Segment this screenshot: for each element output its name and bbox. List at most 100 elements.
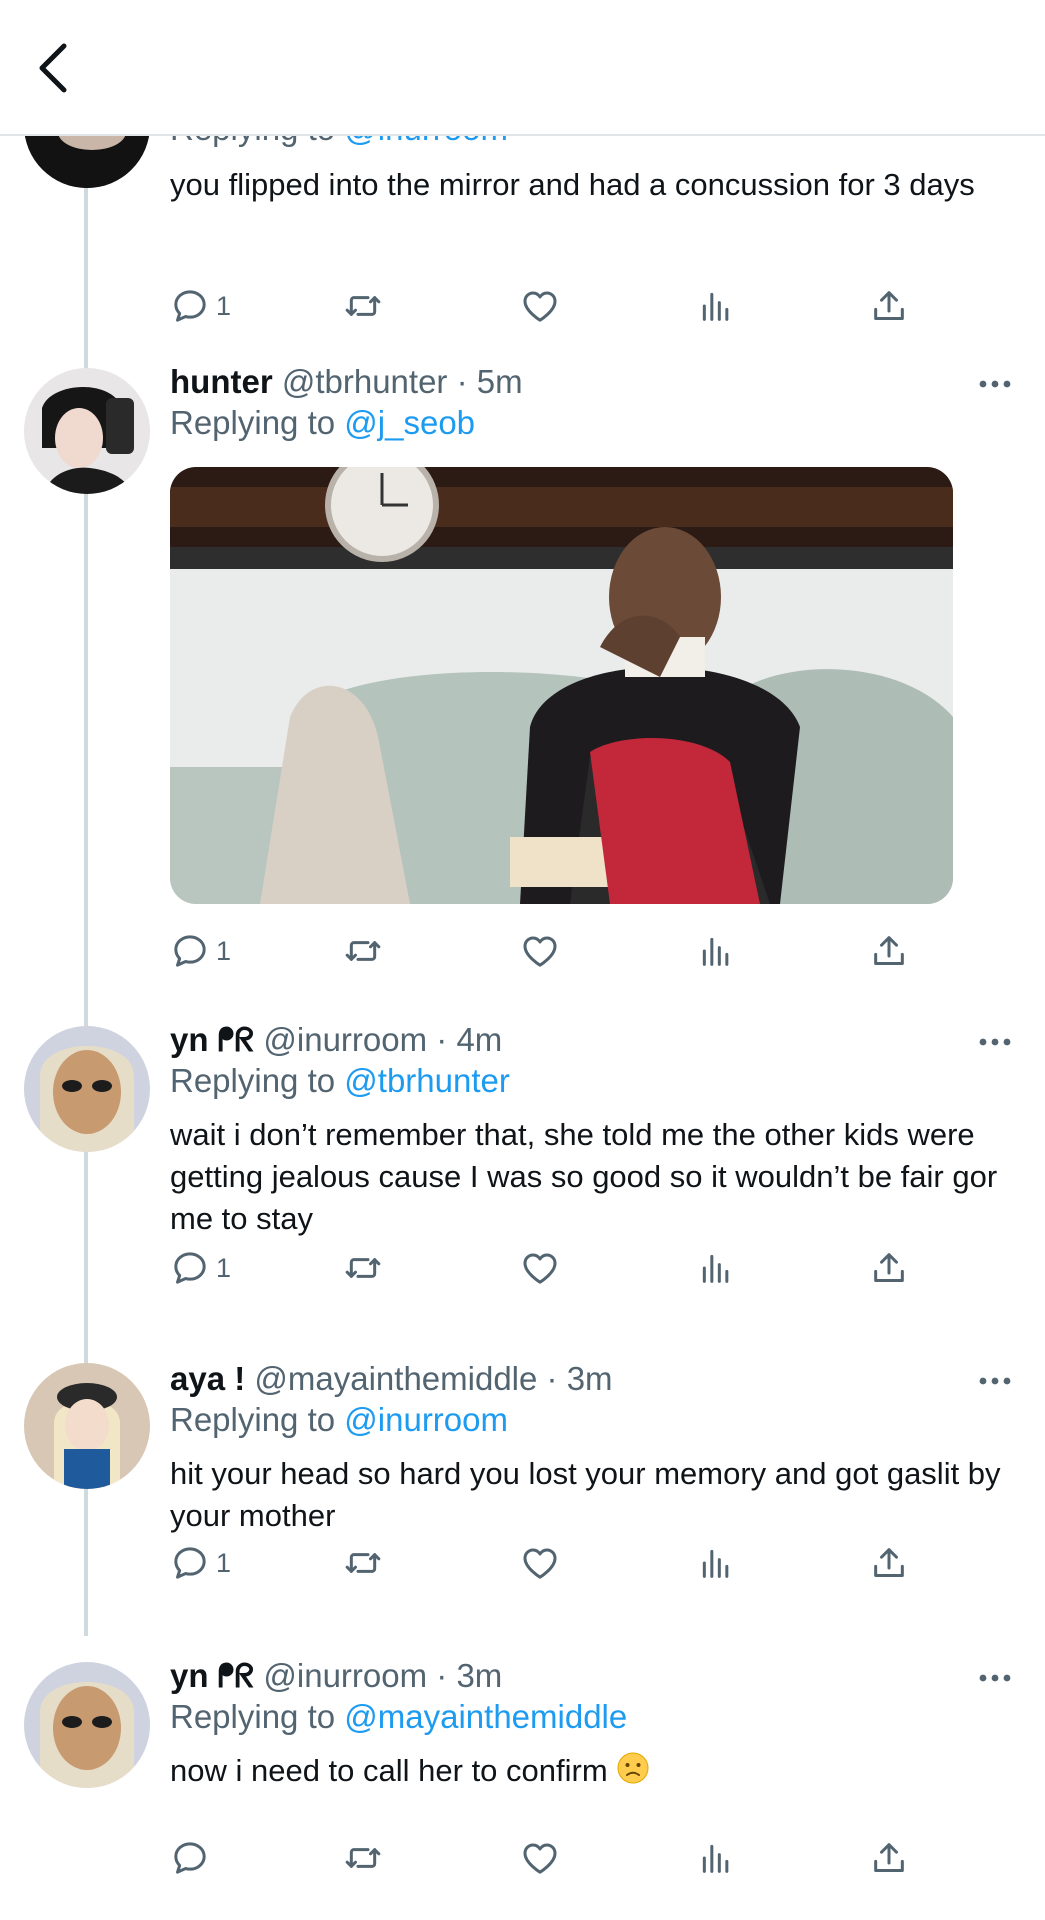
reply-icon (170, 286, 210, 326)
views-button[interactable] (696, 927, 736, 975)
avatar[interactable] (24, 1363, 150, 1489)
tweet-text: you flipped into the mirror and had a co… (170, 167, 975, 202)
display-name[interactable]: yn ᖰᖇ (170, 1657, 254, 1694)
views-button[interactable] (696, 282, 736, 330)
replying-to-label: Replying to (170, 1401, 336, 1438)
like-icon (520, 931, 560, 971)
like-icon (520, 1838, 560, 1878)
replying-to-handle[interactable]: @inurroom (344, 1401, 508, 1438)
reply-count: 1 (216, 1252, 232, 1283)
tweet-actions: 1 (170, 282, 910, 330)
replying-to-label: Replying to (170, 1698, 336, 1735)
timestamp: · 5m (456, 363, 523, 400)
share-button[interactable] (869, 1244, 909, 1292)
tweet-header: yn ᖰᖇ @inurroom · 3m (170, 1656, 1015, 1696)
retweet-button[interactable] (343, 1244, 383, 1292)
display-name[interactable]: aya ! (170, 1360, 245, 1397)
share-icon (869, 286, 909, 326)
timestamp: · 3m (546, 1360, 613, 1397)
like-button[interactable] (520, 1834, 560, 1882)
more-options-icon[interactable] (975, 1668, 1015, 1688)
replying-to-handle[interactable]: @mayainthemiddle (344, 1698, 627, 1735)
reply-icon (170, 1248, 210, 1288)
replying-to-handle[interactable]: @tbrhunter (344, 1062, 510, 1099)
more-options-icon[interactable] (975, 1032, 1015, 1052)
share-icon (869, 931, 909, 971)
username[interactable]: @mayainthemiddle (254, 1360, 537, 1397)
tweet-actions: 1 (170, 1244, 910, 1292)
avatar[interactable] (24, 1026, 150, 1152)
like-button[interactable] (520, 282, 560, 330)
tweet-text: wait i don’t remember that, she told me … (170, 1117, 998, 1236)
timestamp: · 3m (436, 1657, 503, 1694)
like-icon (520, 286, 560, 326)
views-icon (696, 931, 736, 971)
reply-button[interactable]: 1 (170, 1244, 231, 1292)
display-name[interactable]: hunter (170, 363, 273, 400)
retweet-icon (343, 1838, 383, 1878)
views-button[interactable] (696, 1539, 736, 1587)
reply-icon (170, 931, 210, 971)
reply-thread: Replying to @inurroom you flipped into t… (0, 136, 1045, 1920)
replying-to-handle[interactable]: @j_seob (344, 404, 475, 441)
share-icon (869, 1248, 909, 1288)
avatar[interactable] (24, 1662, 150, 1788)
reply-button[interactable]: 1 (170, 927, 231, 975)
display-name[interactable]: yn ᖰᖇ (170, 1021, 254, 1058)
share-icon (869, 1543, 909, 1583)
replying-to-label: Replying to (170, 1062, 336, 1099)
reply-count: 1 (216, 1547, 232, 1578)
avatar[interactable] (24, 368, 150, 494)
share-icon (869, 1838, 909, 1878)
timestamp: · 4m (436, 1021, 503, 1058)
retweet-icon (343, 1543, 383, 1583)
retweet-button[interactable] (343, 282, 383, 330)
retweet-icon (343, 286, 383, 326)
top-navigation-bar (0, 0, 1045, 136)
tweet-text: hit your head so hard you lost your memo… (170, 1456, 1001, 1533)
reply-icon (170, 1543, 210, 1583)
back-button[interactable] (30, 40, 80, 96)
retweet-icon (343, 1248, 383, 1288)
reply-button[interactable] (170, 1834, 216, 1882)
username[interactable]: @inurroom (263, 1657, 427, 1694)
tweet-actions: 1 (170, 927, 910, 975)
views-icon (696, 286, 736, 326)
back-arrow-icon (39, 43, 67, 93)
retweet-button[interactable] (343, 1539, 383, 1587)
replying-to-handle[interactable]: @inurroom (344, 136, 508, 147)
share-button[interactable] (869, 1834, 909, 1882)
views-icon (696, 1248, 736, 1288)
like-button[interactable] (520, 1244, 560, 1292)
share-button[interactable] (869, 927, 909, 975)
avatar[interactable] (24, 136, 150, 188)
replying-to: Replying to @j_seob (170, 402, 1015, 444)
like-icon (520, 1248, 560, 1288)
views-icon (696, 1543, 736, 1583)
views-button[interactable] (696, 1244, 736, 1292)
retweet-icon (343, 931, 383, 971)
replying-to: Replying to @mayainthemiddle (170, 1696, 1015, 1738)
more-options-icon[interactable] (975, 374, 1015, 394)
share-button[interactable] (869, 282, 909, 330)
views-button[interactable] (696, 1834, 736, 1882)
reply-count: 1 (216, 290, 232, 321)
reply-button[interactable]: 1 (170, 1539, 231, 1587)
like-button[interactable] (520, 927, 560, 975)
tweet-actions: 1 (170, 1539, 910, 1587)
more-options-icon[interactable] (975, 1371, 1015, 1391)
reply-button[interactable]: 1 (170, 282, 231, 330)
tweet-header: hunter @tbrhunter · 5m (170, 362, 1015, 402)
retweet-button[interactable] (343, 1834, 383, 1882)
share-button[interactable] (869, 1539, 909, 1587)
tweet-text: now i need to call her to confirm (170, 1753, 608, 1788)
tweet-media-image[interactable] (170, 467, 953, 904)
replying-to: Replying to @inurroom (170, 136, 1015, 150)
confused-face-emoji (617, 1752, 649, 1784)
username[interactable]: @inurroom (263, 1021, 427, 1058)
like-button[interactable] (520, 1539, 560, 1587)
username[interactable]: @tbrhunter (282, 363, 448, 400)
retweet-button[interactable] (343, 927, 383, 975)
reply-count: 1 (216, 935, 232, 966)
replying-to-label: Replying to (170, 404, 336, 441)
